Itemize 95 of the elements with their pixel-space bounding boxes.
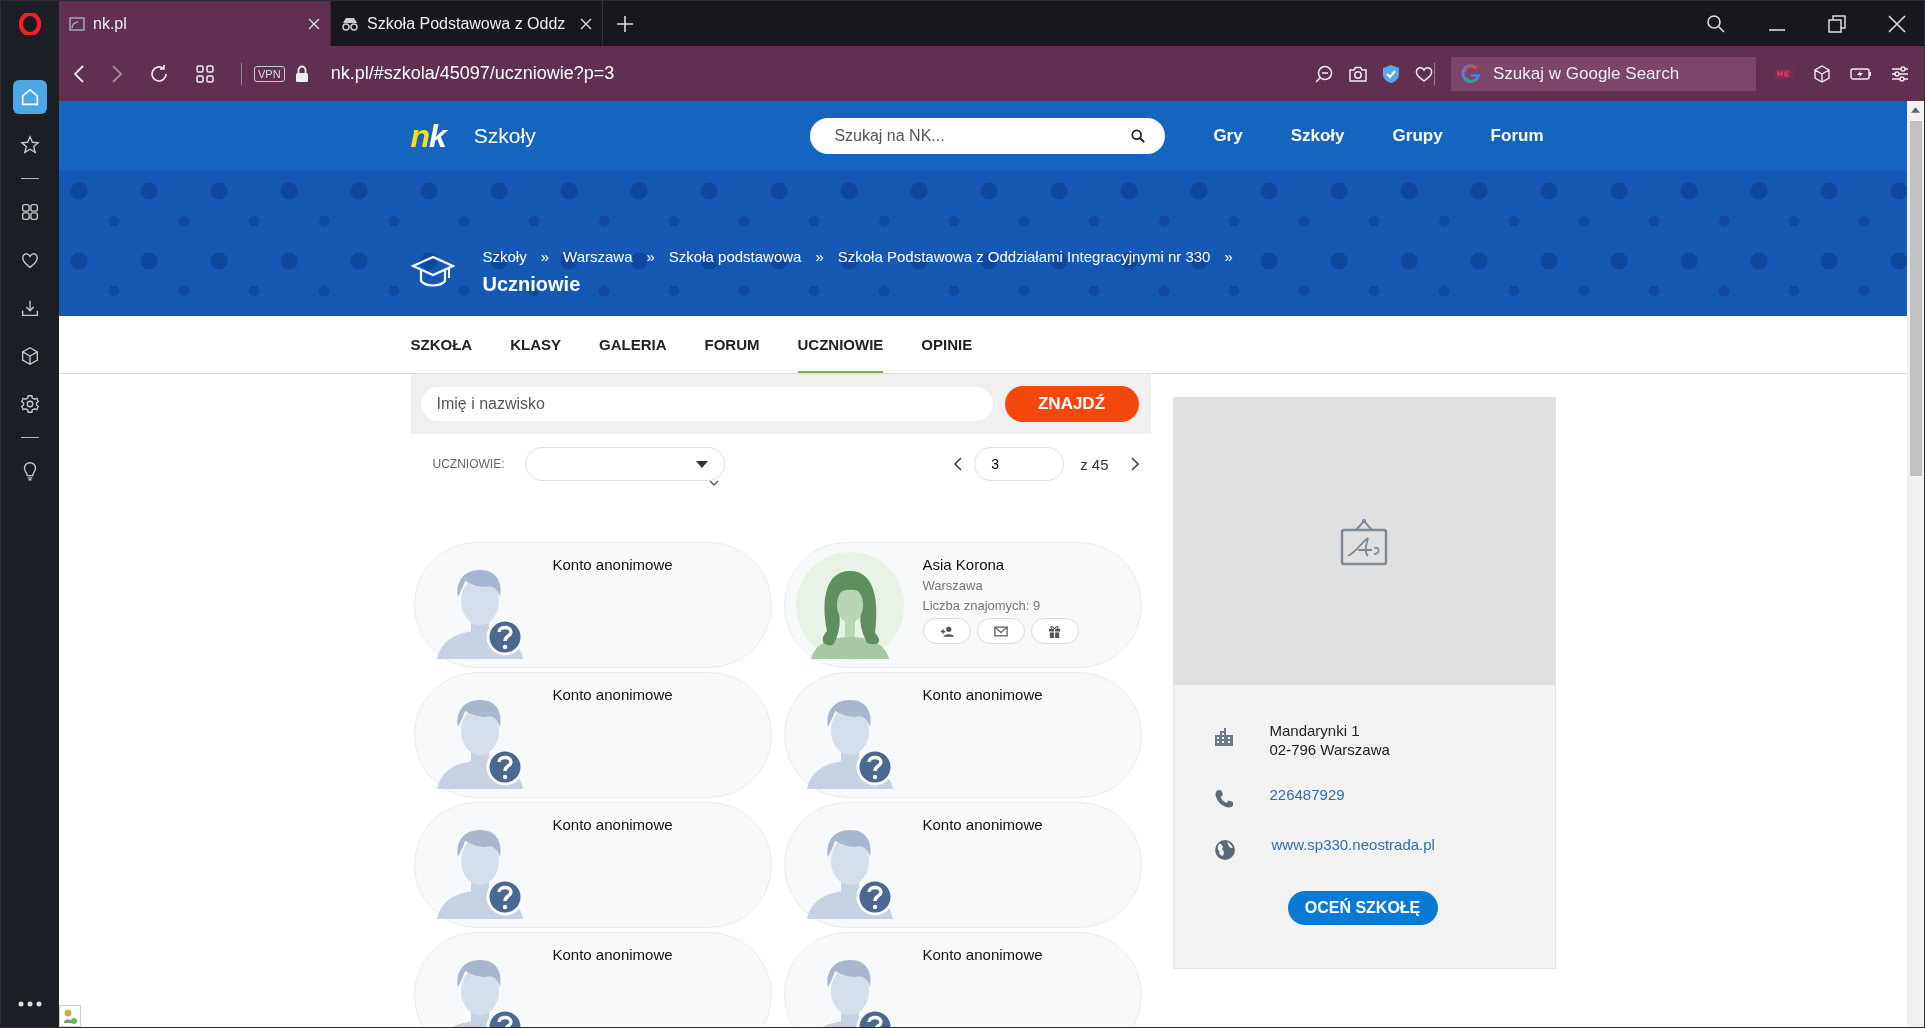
- student-card[interactable]: Konto anonimowe: [783, 932, 1142, 1027]
- nk-logo[interactable]: nk: [410, 117, 446, 155]
- back-icon[interactable]: [73, 64, 85, 83]
- close-icon[interactable]: [580, 17, 592, 30]
- envelope-icon: [993, 625, 1008, 637]
- caret-icon: [695, 460, 708, 468]
- student-name[interactable]: Konto anonimowe: [552, 686, 673, 703]
- section-title[interactable]: Szkoły: [473, 124, 536, 148]
- breadcrumb-separator: »: [1224, 248, 1233, 265]
- opera-logo-icon[interactable]: [19, 13, 41, 35]
- scrollbar[interactable]: [1907, 101, 1924, 1027]
- student-name[interactable]: Asia Korona: [922, 556, 1079, 573]
- battery-icon[interactable]: [1850, 66, 1872, 81]
- scroll-up-icon[interactable]: [1911, 107, 1920, 113]
- nav-link[interactable]: Grupy: [1392, 126, 1443, 146]
- nav-link[interactable]: Szkoły: [1290, 126, 1345, 146]
- phone-icon: [1213, 789, 1234, 809]
- breadcrumb-separator: »: [646, 248, 655, 265]
- student-name[interactable]: Konto anonimowe: [922, 816, 1043, 833]
- message-button[interactable]: [976, 618, 1025, 644]
- browser-tab[interactable]: nk.pl: [59, 1, 331, 46]
- building-icon: [1213, 727, 1234, 747]
- add-friend-button[interactable]: [922, 618, 971, 644]
- filter-label: UCZNIOWIE:: [432, 457, 505, 471]
- close-icon[interactable]: [1888, 14, 1906, 33]
- find-button[interactable]: ZNAJDŹ: [1004, 386, 1139, 422]
- student-card[interactable]: Asia Korona Warszawa Liczba znajomych: 9: [783, 542, 1142, 668]
- more-icon[interactable]: [18, 1001, 42, 1007]
- section-tab[interactable]: FORUM: [704, 316, 760, 373]
- incognito-icon: [341, 16, 359, 31]
- search-icon[interactable]: [1706, 13, 1726, 34]
- breadcrumb-link[interactable]: Szkoły: [482, 248, 527, 265]
- student-city: Warszawa: [922, 578, 984, 593]
- lock-icon: [294, 64, 309, 83]
- close-icon[interactable]: [308, 17, 320, 30]
- student-card[interactable]: Konto anonimowe: [413, 802, 772, 928]
- address-line: 02-796 Warszawa: [1269, 740, 1390, 759]
- rate-school-button[interactable]: OCEŃ SZKOŁĘ: [1287, 891, 1438, 925]
- friend-count: Liczba znajomych: 9: [922, 598, 1042, 613]
- nav-link[interactable]: Forum: [1490, 126, 1544, 146]
- student-card[interactable]: Konto anonimowe: [783, 802, 1142, 928]
- extension-icon[interactable]: [1774, 66, 1794, 81]
- extension-status-icon[interactable]: [59, 1005, 81, 1027]
- breadcrumb-separator: »: [815, 248, 824, 265]
- student-card[interactable]: Konto anonimowe: [413, 932, 772, 1027]
- student-name[interactable]: Konto anonimowe: [552, 946, 673, 963]
- student-name[interactable]: Konto anonimowe: [552, 816, 673, 833]
- search-field[interactable]: Szukaj w Google Search: [1451, 56, 1756, 91]
- section-tab[interactable]: GALERIA: [599, 316, 667, 373]
- previous-page-icon[interactable]: [954, 457, 963, 471]
- heart-icon[interactable]: [1414, 64, 1434, 83]
- forward-icon[interactable]: [111, 64, 123, 83]
- website-link[interactable]: www.sp330.neostrada.pl: [1271, 833, 1435, 853]
- student-card[interactable]: Konto anonimowe: [413, 542, 772, 668]
- search-icon[interactable]: [1131, 129, 1146, 143]
- address-line: Mandarynki 1: [1269, 721, 1361, 740]
- phone-link[interactable]: 226487929: [1269, 783, 1345, 803]
- add-person-icon: [939, 625, 954, 637]
- grid-icon[interactable]: [195, 63, 215, 84]
- section-tab[interactable]: OPINIE: [921, 316, 973, 373]
- restore-icon[interactable]: [1828, 14, 1846, 33]
- settings-icon[interactable]: [1890, 63, 1910, 84]
- lens-icon[interactable]: [1314, 63, 1334, 84]
- student-name[interactable]: Konto anonimowe: [922, 946, 1043, 963]
- breadcrumb-separator: »: [540, 248, 550, 265]
- site-search-field[interactable]: Szukaj na NK...: [810, 118, 1166, 154]
- nav-link[interactable]: Gry: [1213, 126, 1243, 146]
- student-card[interactable]: Konto anonimowe: [413, 672, 772, 798]
- breadcrumb-link[interactable]: Warszawa: [563, 248, 633, 265]
- gift-button[interactable]: [1030, 618, 1079, 644]
- next-page-icon[interactable]: [1130, 457, 1139, 471]
- page-title: Uczniowie: [482, 273, 582, 296]
- student-card[interactable]: Konto anonimowe: [783, 672, 1142, 798]
- section-tab[interactable]: KLASY: [510, 316, 561, 373]
- address-field[interactable]: nk.pl/#szkola/45097/uczniowie?p=3: [330, 63, 615, 84]
- page-total: z 45: [1080, 455, 1109, 473]
- cast-icon: [69, 16, 85, 31]
- section-tab[interactable]: SZKOŁA: [410, 316, 473, 373]
- gift-icon: [1048, 624, 1061, 638]
- chevron-icon: [708, 480, 719, 486]
- student-name[interactable]: Konto anonimowe: [552, 556, 673, 573]
- vpn-badge[interactable]: VPN: [254, 65, 285, 82]
- home-icon[interactable]: [13, 80, 47, 114]
- breadcrumb-link[interactable]: Szkoła podstawowa: [668, 248, 802, 265]
- avatar-icon: [794, 551, 905, 661]
- breadcrumb-link[interactable]: Szkoła Podstawowa z Oddziałami Integracyjnymi nr 330: [837, 248, 1211, 265]
- student-name[interactable]: Konto anonimowe: [922, 686, 1043, 703]
- reload-icon[interactable]: [149, 63, 169, 84]
- new-tab-icon[interactable]: [617, 15, 633, 32]
- globe-icon: [1213, 839, 1236, 861]
- shield-icon[interactable]: [1382, 63, 1400, 84]
- name-search-field[interactable]: Imię i nazwisko: [420, 387, 993, 421]
- cube-icon[interactable]: [1812, 63, 1832, 84]
- google-logo-icon: [1461, 63, 1481, 84]
- camera-icon[interactable]: [1348, 64, 1368, 83]
